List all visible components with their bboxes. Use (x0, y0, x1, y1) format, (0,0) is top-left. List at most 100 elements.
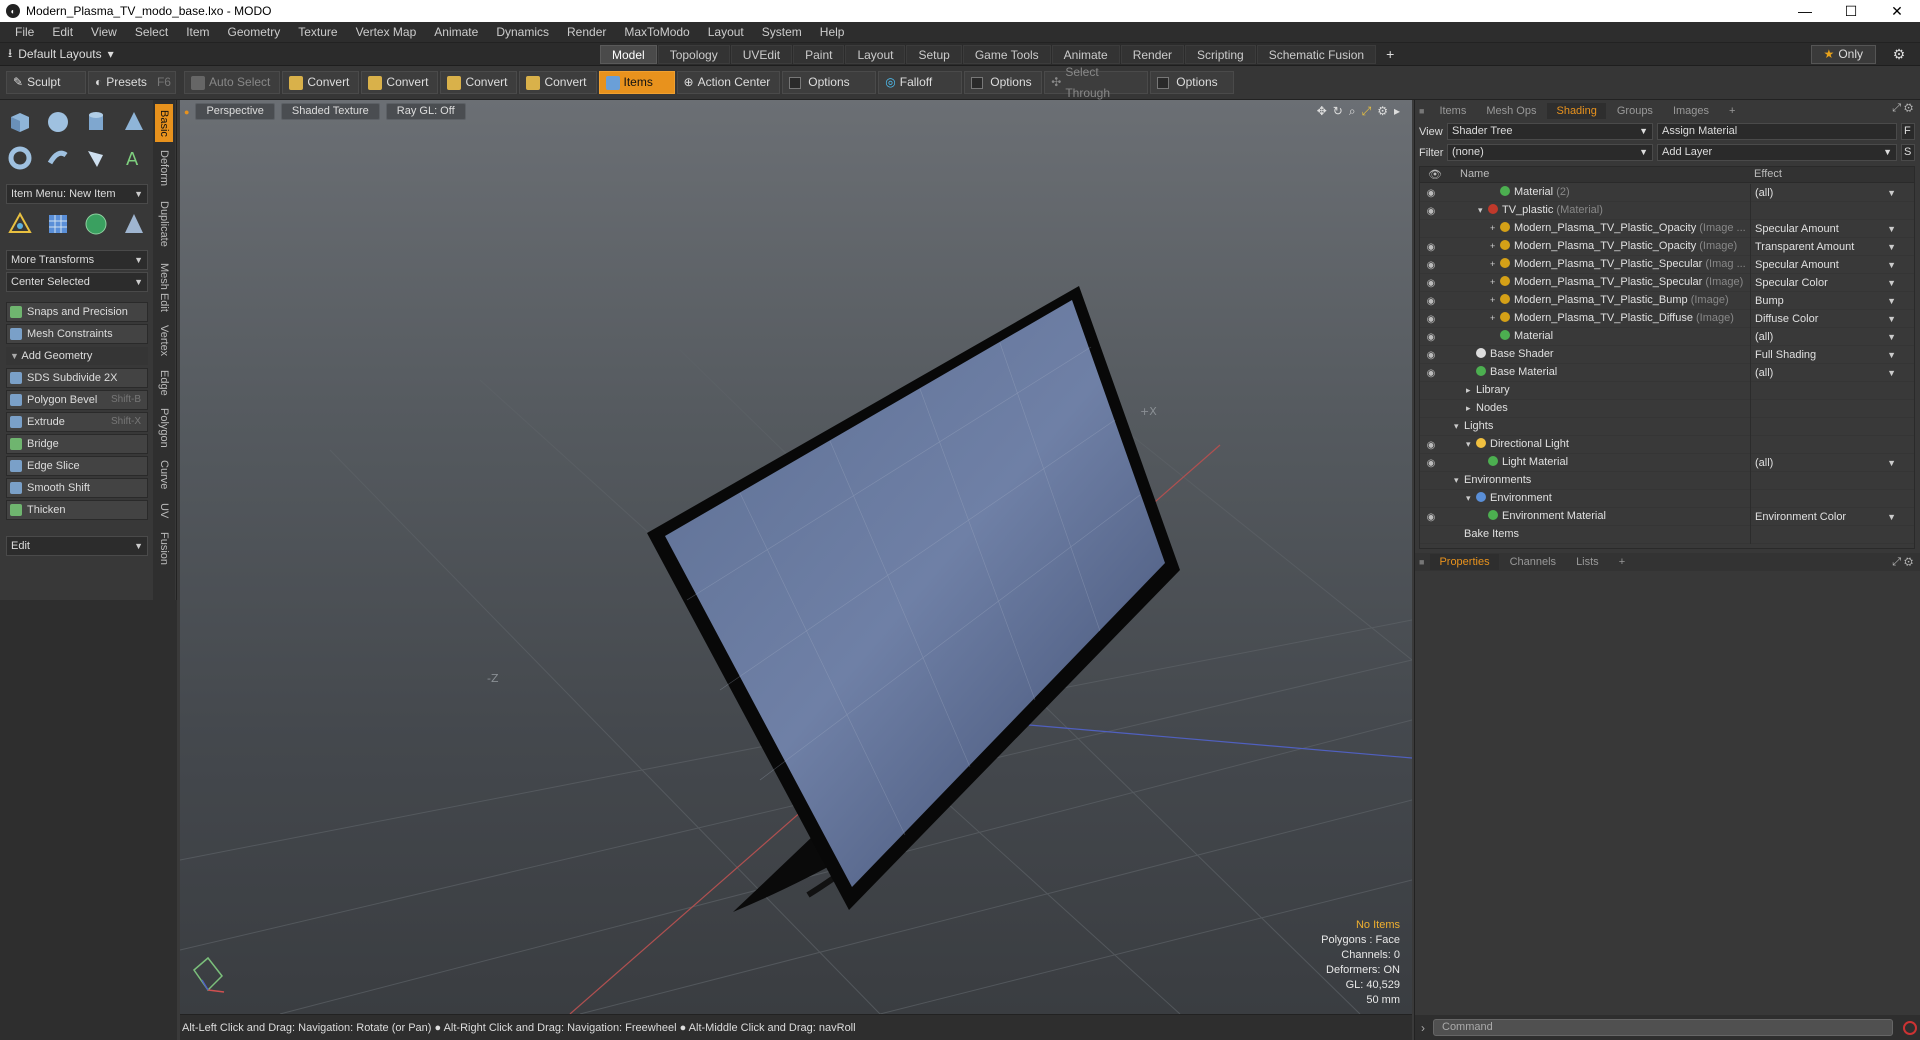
items-mode-button[interactable]: Items (598, 71, 675, 94)
only-button[interactable]: ★ Only (1810, 45, 1876, 64)
eye-icon[interactable]: ◉ (1424, 313, 1438, 325)
shader-tree-row[interactable]: ▸ Nodes (1420, 400, 1914, 418)
menu-layout[interactable]: Layout (699, 22, 753, 43)
row-effect-dropdown[interactable]: Specular Amount ▼ (1750, 220, 1900, 238)
add-layer-dropdown[interactable]: Add Layer ▼ (1657, 144, 1897, 161)
menu-animate[interactable]: Animate (425, 22, 487, 43)
eye-empty-icon[interactable] (1424, 403, 1438, 415)
menu-item[interactable]: Item (177, 22, 218, 43)
convert-materials-button[interactable]: Convert (519, 71, 597, 94)
row-effect-dropdown[interactable]: Bump ▼ (1750, 292, 1900, 310)
pan-icon[interactable]: ✥ (1317, 104, 1327, 119)
row-effect-dropdown[interactable]: (all) ▼ (1750, 454, 1900, 472)
tube-icon[interactable] (42, 142, 74, 174)
expand-toggle-icon[interactable]: + (1490, 223, 1500, 233)
maximize-button[interactable]: ☐ (1828, 0, 1874, 22)
cylinder-icon[interactable] (80, 106, 112, 138)
item-menu-dropdown[interactable]: Item Menu: New Item ▼ (6, 184, 148, 204)
tab-setup[interactable]: Setup (906, 44, 962, 64)
filter-dropdown[interactable]: (none) ▼ (1447, 144, 1653, 161)
eye-empty-icon[interactable] (1424, 475, 1438, 487)
menu-file[interactable]: File (6, 22, 43, 43)
tab-topology[interactable]: Topology (657, 44, 730, 64)
eye-icon[interactable]: ◉ (1424, 457, 1438, 469)
convert-vertices-button[interactable]: Convert (282, 71, 360, 94)
vtab-duplicate[interactable]: Duplicate (155, 194, 173, 254)
bridge-button[interactable]: Bridge (6, 434, 148, 454)
default-layouts-dropdown[interactable]: ⭳ Default Layouts ▾ (0, 44, 600, 65)
eye-icon[interactable]: ◉ (1424, 259, 1438, 271)
shader-tree-row[interactable]: ▸ Library (1420, 382, 1914, 400)
f-button[interactable]: F (1901, 123, 1915, 140)
shader-tree-row[interactable]: ◉ ▾ Directional Light (1420, 436, 1914, 454)
expand-toggle-icon[interactable]: ▾ (1466, 493, 1476, 504)
zoom-icon[interactable]: ⌕ (1349, 104, 1356, 119)
perspective-button[interactable]: Perspective (195, 103, 275, 120)
row-effect-dropdown[interactable]: Transparent Amount ▼ (1750, 238, 1900, 256)
tab-mesh-ops[interactable]: Mesh Ops (1477, 103, 1545, 119)
globe-icon[interactable] (80, 208, 112, 240)
more-transforms-dropdown[interactable]: More Transforms ▼ (6, 250, 148, 270)
tab-items[interactable]: Items (1430, 103, 1475, 119)
select-through-options[interactable]: Options (1150, 71, 1235, 94)
assign-material-button[interactable]: Assign Material (1657, 123, 1897, 140)
column-effect[interactable]: Effect (1754, 168, 1782, 180)
menu-select[interactable]: Select (126, 22, 177, 43)
add-panel-tab-button[interactable]: + (1720, 103, 1744, 119)
sculpt-button[interactable]: ✎ Sculpt (6, 71, 86, 94)
eye-icon[interactable]: ◉ (1424, 511, 1438, 523)
viewport-menu-icon[interactable]: ▸ (1394, 104, 1400, 119)
row-effect-dropdown[interactable]: (all) ▼ (1750, 364, 1900, 382)
stop-icon[interactable] (1903, 1020, 1917, 1035)
vtab-basic[interactable]: Basic (155, 104, 173, 142)
action-center-options[interactable]: Options (782, 71, 877, 94)
shader-tree-row[interactable]: ◉ Environment Material Environment Color ▼ (1420, 508, 1914, 526)
convert-edges-button[interactable]: Convert (361, 71, 439, 94)
rotate-icon[interactable]: ↻ (1333, 104, 1343, 119)
torus-icon[interactable] (4, 142, 36, 174)
vtab-uv[interactable]: UV (155, 498, 173, 524)
shader-tree-row[interactable]: Bake Items (1420, 526, 1914, 544)
expand-toggle-icon[interactable]: ▾ (1454, 421, 1464, 432)
vtab-edge[interactable]: Edge (155, 366, 173, 400)
close-button[interactable]: ✕ (1874, 0, 1920, 22)
auto-select-button[interactable]: Auto Select (184, 71, 281, 94)
shader-tree-row[interactable]: ◉ Material (2) (all) ▼ (1420, 184, 1914, 202)
menu-texture[interactable]: Texture (289, 22, 346, 43)
shader-tree-row[interactable]: ◉ + Modern_Plasma_TV_Plastic_Diffuse (Imag… (1420, 310, 1914, 328)
eye-icon[interactable]: ◉ (1424, 295, 1438, 307)
eye-empty-icon[interactable] (1424, 529, 1438, 541)
mesh-constraints-button[interactable]: Mesh Constraints (6, 324, 148, 344)
presets-button[interactable]: ◐ Presets F6 (88, 71, 176, 94)
shader-tree-row[interactable]: ◉ Material (all) ▼ (1420, 328, 1914, 346)
add-properties-tab-button[interactable]: + (1610, 554, 1634, 570)
eye-empty-icon[interactable] (1424, 493, 1438, 505)
vtab-fusion[interactable]: Fusion (155, 528, 173, 570)
falloff-options[interactable]: Options (964, 71, 1043, 94)
text-icon[interactable]: A (118, 142, 150, 174)
expand-toggle-icon[interactable]: + (1490, 241, 1500, 251)
pen-icon[interactable] (80, 142, 112, 174)
minimize-button[interactable]: — (1782, 0, 1828, 22)
row-effect-dropdown[interactable]: Specular Amount ▼ (1750, 256, 1900, 274)
thicken-button[interactable]: Thicken (6, 500, 148, 520)
row-effect-dropdown[interactable]: (all) ▼ (1750, 184, 1900, 202)
row-effect-dropdown[interactable]: Specular Color ▼ (1750, 274, 1900, 292)
shader-tree-row[interactable]: ◉ + Modern_Plasma_TV_Plastic_Specular (Ima… (1420, 256, 1914, 274)
menu-render[interactable]: Render (558, 22, 615, 43)
tab-model[interactable]: Model (600, 44, 657, 64)
grid-icon[interactable] (42, 208, 74, 240)
tab-uvedit[interactable]: UVEdit (730, 44, 793, 64)
expand-toggle-icon[interactable]: + (1490, 295, 1500, 305)
menu-edit[interactable]: Edit (43, 22, 82, 43)
eye-icon[interactable]: ◉ (1424, 277, 1438, 289)
shader-tree-row[interactable]: + Modern_Plasma_TV_Plastic_Opacity (Image… (1420, 220, 1914, 238)
expand-toggle-icon[interactable]: ▸ (1466, 385, 1476, 396)
shader-tree-row[interactable]: ▾ Environment (1420, 490, 1914, 508)
menu-help[interactable]: Help (811, 22, 854, 43)
tab-channels[interactable]: Channels (1501, 554, 1565, 570)
cone-icon[interactable] (118, 106, 150, 138)
eye-icon[interactable]: ◉ (1424, 439, 1438, 451)
expand-toggle-icon[interactable]: ▾ (1454, 475, 1464, 486)
expand-toggle-icon[interactable]: ▾ (1478, 205, 1488, 216)
